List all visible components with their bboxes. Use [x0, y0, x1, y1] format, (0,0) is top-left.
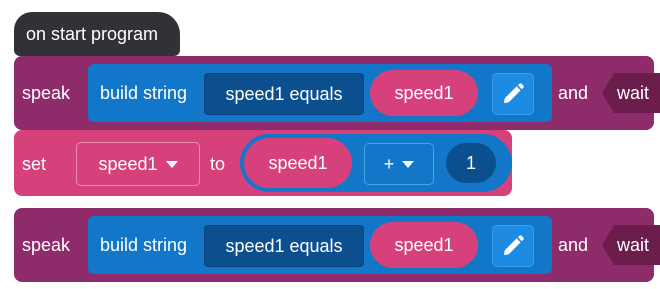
- text-value: speed1 equals: [225, 84, 343, 104]
- math-variable-name: speed1: [268, 153, 328, 173]
- variable-pill[interactable]: speed1: [370, 222, 478, 268]
- and-label: and: [558, 235, 589, 255]
- text-value: speed1 equals: [225, 236, 343, 256]
- text-value-field[interactable]: speed1 equals: [204, 73, 364, 115]
- build-string-block[interactable]: build string speed1 equals speed1: [88, 64, 552, 122]
- math-variable-pill[interactable]: speed1: [244, 138, 352, 188]
- number-value: 1: [465, 153, 476, 173]
- to-label: to: [210, 154, 226, 174]
- caret-down-icon: [402, 160, 415, 168]
- set-label: set: [22, 154, 47, 174]
- operator-value: +: [383, 154, 395, 174]
- text-value-field[interactable]: speed1 equals: [204, 225, 364, 267]
- variable-name: speed1: [394, 235, 454, 255]
- wait-label: wait: [617, 235, 650, 255]
- speak-label: speak: [22, 235, 71, 255]
- variable-dropdown-value: speed1: [98, 154, 158, 174]
- on-start-program-block[interactable]: on start program: [14, 12, 180, 56]
- variable-dropdown[interactable]: speed1: [76, 142, 200, 186]
- variable-pill[interactable]: speed1: [370, 70, 478, 116]
- speak-label: speak: [22, 83, 71, 103]
- wait-toggle[interactable]: wait: [602, 73, 660, 113]
- set-variable-block[interactable]: set speed1 to speed1 + 1: [14, 130, 512, 196]
- build-string-label: build string: [100, 235, 188, 255]
- variable-name: speed1: [394, 83, 454, 103]
- wait-label: wait: [617, 83, 650, 103]
- number-field[interactable]: 1: [446, 143, 496, 183]
- and-label: and: [558, 83, 589, 103]
- pencil-icon: [504, 235, 524, 255]
- hat-label: on start program: [26, 24, 159, 44]
- speak-block-2[interactable]: speak build string speed1 equals speed1 …: [14, 208, 660, 282]
- build-string-label: build string: [100, 83, 188, 103]
- build-string-block[interactable]: build string speed1 equals speed1: [88, 216, 552, 274]
- caret-down-icon: [165, 160, 178, 168]
- speak-block-1[interactable]: speak build string speed1 equals speed1 …: [14, 56, 660, 130]
- edit-button[interactable]: [492, 73, 534, 115]
- math-operation-block[interactable]: speed1 + 1: [240, 134, 512, 192]
- pencil-icon: [504, 83, 524, 103]
- operator-dropdown[interactable]: +: [364, 143, 434, 185]
- edit-button[interactable]: [492, 225, 534, 267]
- wait-toggle[interactable]: wait: [602, 225, 660, 265]
